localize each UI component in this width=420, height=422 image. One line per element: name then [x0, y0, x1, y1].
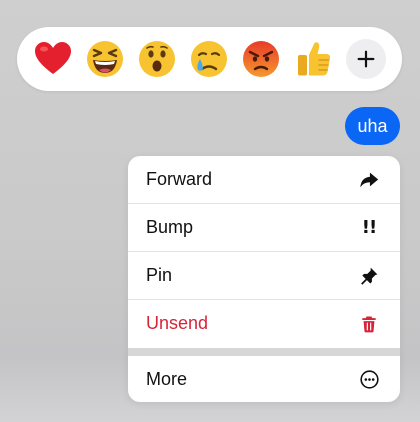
double-exclamation-icon: !!: [361, 217, 377, 238]
reaction-thumbs-up[interactable]: [293, 39, 333, 79]
menu-item-bump[interactable]: Bump !!: [128, 204, 400, 251]
menu-item-more[interactable]: More: [128, 356, 400, 402]
menu-section-separator: [128, 348, 400, 356]
reaction-bar: [17, 27, 402, 91]
plus-icon: [357, 50, 375, 68]
menu-item-forward[interactable]: Forward: [128, 156, 400, 203]
pin-icon: [358, 265, 380, 287]
reaction-laughing[interactable]: [85, 39, 125, 79]
surprised-face-icon: [139, 41, 175, 77]
thumbs-up-icon: [298, 42, 331, 76]
message-text: uha: [357, 115, 388, 136]
menu-item-unsend[interactable]: Unsend: [128, 300, 400, 347]
laughing-face-icon: [87, 41, 123, 77]
menu-item-pin[interactable]: Pin: [128, 252, 400, 299]
heart-icon: [35, 42, 71, 74]
angry-face-icon: [243, 41, 279, 77]
reaction-angry[interactable]: [241, 39, 281, 79]
more-circle-icon: [358, 368, 380, 390]
menu-item-label: Pin: [146, 265, 173, 285]
trash-icon: [358, 313, 380, 335]
context-menu: Forward Bump !! Pin Unsend More: [128, 156, 400, 402]
menu-item-label: More: [146, 368, 188, 389]
menu-item-label: Unsend: [146, 313, 209, 333]
reaction-crying[interactable]: [189, 39, 229, 79]
reaction-heart[interactable]: [33, 39, 73, 79]
menu-item-label: Bump: [146, 217, 194, 237]
message-bubble[interactable]: uha: [345, 107, 400, 145]
menu-item-label: Forward: [146, 169, 213, 189]
reaction-surprised[interactable]: [137, 39, 177, 79]
crying-face-icon: [191, 41, 227, 77]
add-reaction-button[interactable]: [346, 39, 386, 79]
forward-arrow-icon: [358, 169, 380, 191]
